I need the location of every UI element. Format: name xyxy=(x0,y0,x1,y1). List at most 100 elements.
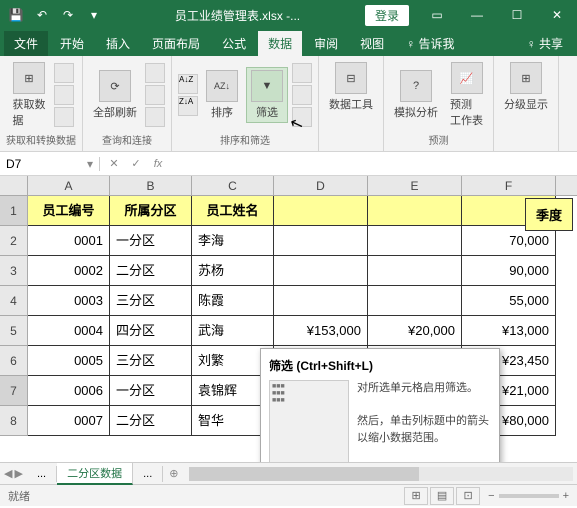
row-header[interactable]: 2 xyxy=(0,226,28,256)
cancel-icon[interactable]: ✕ xyxy=(104,154,124,174)
cell[interactable] xyxy=(274,286,368,316)
cell[interactable] xyxy=(274,256,368,286)
row-header[interactable]: 8 xyxy=(0,406,28,436)
refresh-all-button[interactable]: ⟳ 全部刷新 xyxy=(89,68,141,122)
tab-review[interactable]: 审阅 xyxy=(304,31,348,56)
undo-icon[interactable]: ↶ xyxy=(30,3,54,27)
zoom-in-icon[interactable]: + xyxy=(563,490,569,502)
fx-icon[interactable]: fx xyxy=(148,154,168,174)
forecast-button[interactable]: 📈 预测 工作表 xyxy=(446,60,487,130)
col-header[interactable]: D xyxy=(274,176,368,195)
cell[interactable]: 0006 xyxy=(28,376,110,406)
header-cell-quarter[interactable]: 季度 xyxy=(525,198,573,231)
cell[interactable]: 李海 xyxy=(192,226,274,256)
cell[interactable]: 0007 xyxy=(28,406,110,436)
redo-icon[interactable]: ↷ xyxy=(56,3,80,27)
login-button[interactable]: 登录 xyxy=(365,5,409,26)
cell[interactable]: ¥20,000 xyxy=(368,316,462,346)
select-all-corner[interactable] xyxy=(0,176,28,195)
cell[interactable]: 0004 xyxy=(28,316,110,346)
cell[interactable] xyxy=(368,286,462,316)
properties-icon[interactable] xyxy=(145,85,165,105)
scroll-thumb[interactable] xyxy=(189,467,420,481)
cell[interactable]: 武海 xyxy=(192,316,274,346)
row-header[interactable]: 7 xyxy=(0,376,28,406)
minimize-icon[interactable]: — xyxy=(457,0,497,30)
sheet-tab[interactable]: ... xyxy=(133,466,163,482)
sheet-nav-prev-icon[interactable]: ◀ xyxy=(4,467,12,480)
cell[interactable]: 0003 xyxy=(28,286,110,316)
cell[interactable]: 0001 xyxy=(28,226,110,256)
zoom-slider[interactable] xyxy=(499,494,559,498)
cell[interactable]: 员工姓名 xyxy=(192,196,274,226)
edit-links-icon[interactable] xyxy=(145,107,165,127)
page-break-icon[interactable]: ⊡ xyxy=(456,487,480,505)
zoom-out-icon[interactable]: − xyxy=(488,490,494,502)
cell[interactable]: 所属分区 xyxy=(110,196,192,226)
cell[interactable]: 四分区 xyxy=(110,316,192,346)
from-web-icon[interactable] xyxy=(54,85,74,105)
cell[interactable]: 一分区 xyxy=(110,376,192,406)
save-icon[interactable]: 💾 xyxy=(4,3,28,27)
cell[interactable]: 0005 xyxy=(28,346,110,376)
sort-az-icon[interactable]: A↓Z xyxy=(178,74,198,94)
ribbon-options-icon[interactable]: ▭ xyxy=(417,0,457,30)
tab-tell-me[interactable]: ♀ 告诉我 xyxy=(396,31,464,56)
tab-data[interactable]: 数据 xyxy=(258,31,302,56)
sort-za-icon[interactable]: Z↓A xyxy=(178,96,198,116)
add-sheet-icon[interactable]: ⊕ xyxy=(163,467,184,480)
cell[interactable] xyxy=(274,226,368,256)
row-header[interactable]: 6 xyxy=(0,346,28,376)
cell[interactable]: 二分区 xyxy=(110,406,192,436)
sheet-tab[interactable]: ... xyxy=(27,466,57,482)
cell[interactable]: 陈霞 xyxy=(192,286,274,316)
from-text-icon[interactable] xyxy=(54,63,74,83)
cell[interactable]: 二分区 xyxy=(110,256,192,286)
maximize-icon[interactable]: ☐ xyxy=(497,0,537,30)
tab-formulas[interactable]: 公式 xyxy=(212,31,256,56)
col-header[interactable]: B xyxy=(110,176,192,195)
normal-view-icon[interactable]: ⊞ xyxy=(404,487,428,505)
data-tools-button[interactable]: ⊟ 数据工具 xyxy=(325,60,377,114)
cell[interactable]: 一分区 xyxy=(110,226,192,256)
tab-file[interactable]: 文件 xyxy=(4,31,48,56)
reapply-icon[interactable] xyxy=(292,85,312,105)
cell[interactable] xyxy=(368,196,462,226)
cell[interactable]: ¥153,000 xyxy=(274,316,368,346)
chevron-down-icon[interactable]: ▾ xyxy=(87,157,93,171)
share-button[interactable]: ♀ 共享 xyxy=(517,31,573,56)
cell[interactable]: ¥13,000 xyxy=(462,316,556,346)
page-layout-icon[interactable]: ▤ xyxy=(430,487,454,505)
cell[interactable] xyxy=(274,196,368,226)
cell[interactable] xyxy=(368,226,462,256)
tab-home[interactable]: 开始 xyxy=(50,31,94,56)
cell[interactable]: 苏杨 xyxy=(192,256,274,286)
get-data-button[interactable]: ⊞ 获取数 据 xyxy=(9,60,50,130)
cell[interactable]: 0002 xyxy=(28,256,110,286)
sheet-tab-active[interactable]: 二分区数据 xyxy=(57,463,133,485)
name-box[interactable]: D7 ▾ xyxy=(0,157,100,171)
row-header[interactable]: 3 xyxy=(0,256,28,286)
col-header[interactable]: C xyxy=(192,176,274,195)
cell[interactable]: 员工编号 xyxy=(28,196,110,226)
col-header[interactable]: F xyxy=(462,176,556,195)
clear-icon[interactable] xyxy=(292,63,312,83)
enter-icon[interactable]: ✓ xyxy=(126,154,146,174)
row-header[interactable]: 5 xyxy=(0,316,28,346)
cell[interactable]: 三分区 xyxy=(110,286,192,316)
qat-more-icon[interactable]: ▾ xyxy=(82,3,106,27)
cell[interactable] xyxy=(368,256,462,286)
filter-button[interactable]: ▼ 筛选 xyxy=(246,67,288,123)
tab-page-layout[interactable]: 页面布局 xyxy=(142,31,210,56)
col-header[interactable]: E xyxy=(368,176,462,195)
whatif-button[interactable]: ? 模拟分析 xyxy=(390,68,442,122)
queries-icon[interactable] xyxy=(145,63,165,83)
from-table-icon[interactable] xyxy=(54,107,74,127)
row-header[interactable]: 4 xyxy=(0,286,28,316)
cell[interactable]: 90,000 xyxy=(462,256,556,286)
cell[interactable]: 三分区 xyxy=(110,346,192,376)
row-header[interactable]: 1 xyxy=(0,196,28,226)
tab-insert[interactable]: 插入 xyxy=(96,31,140,56)
cell[interactable]: 55,000 xyxy=(462,286,556,316)
outline-button[interactable]: ⊞ 分级显示 xyxy=(500,60,552,114)
